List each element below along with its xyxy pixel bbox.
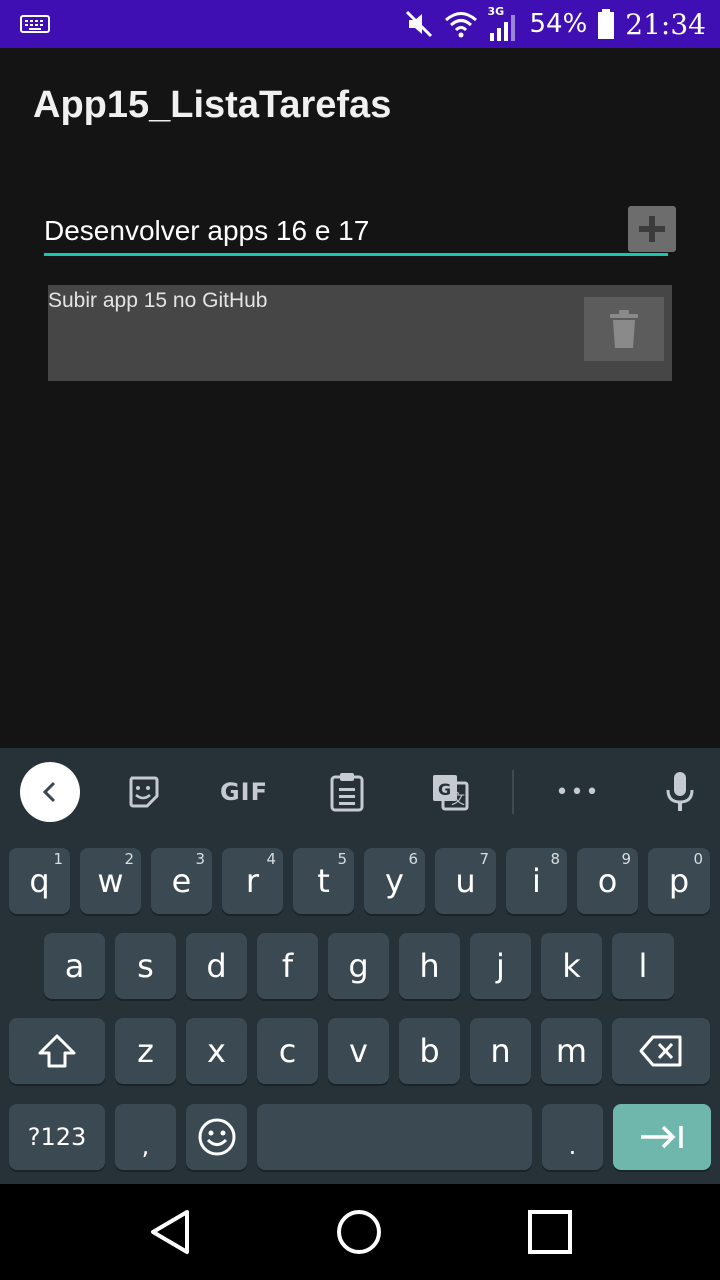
- mic-icon: [666, 772, 694, 811]
- soft-keyboard: GIF G 文 ••• q 1 w 2 e 3 r 4 t 5 y 6 u 7 …: [0, 748, 720, 1184]
- add-task-button[interactable]: [628, 206, 676, 252]
- signal-icon: 3G: [488, 5, 520, 41]
- key-o[interactable]: o9: [577, 848, 638, 914]
- battery-icon: [598, 9, 615, 39]
- nav-home-button[interactable]: [331, 1204, 387, 1260]
- navigation-bar: [0, 1184, 720, 1280]
- backspace-icon: [639, 1035, 682, 1067]
- shift-key[interactable]: [9, 1018, 105, 1084]
- symbols-key[interactable]: ?123: [9, 1104, 105, 1170]
- key-w[interactable]: w2: [80, 848, 141, 914]
- key-n[interactable]: n: [470, 1018, 531, 1084]
- translate-icon: G 文: [433, 775, 469, 811]
- key-x[interactable]: x: [186, 1018, 247, 1084]
- sticker-button[interactable]: [118, 770, 168, 814]
- wifi-icon: [444, 12, 477, 38]
- key-i[interactable]: i8: [506, 848, 567, 914]
- keyboard-toolbar: GIF G 文 •••: [0, 748, 720, 836]
- key-g[interactable]: g: [328, 933, 389, 999]
- task-item-text: Subir app 15 no GitHub: [48, 289, 268, 312]
- next-arrow-icon: [641, 1125, 683, 1149]
- key-z[interactable]: z: [115, 1018, 176, 1084]
- app-title: App15_ListaTarefas: [33, 84, 392, 126]
- key-s[interactable]: s: [115, 933, 176, 999]
- circle-home-icon: [337, 1210, 381, 1254]
- key-q[interactable]: q1: [9, 848, 70, 914]
- emoji-key[interactable]: [186, 1104, 247, 1170]
- triangle-back-icon: [151, 1210, 189, 1254]
- status-bar: 3G 54% 21:34: [0, 0, 720, 48]
- clipboard-icon: [330, 773, 364, 812]
- keyboard-back-button[interactable]: [20, 762, 80, 822]
- period-key[interactable]: .: [542, 1104, 603, 1170]
- emoji-icon: [198, 1118, 235, 1156]
- key-u[interactable]: u7: [435, 848, 496, 914]
- clipboard-button[interactable]: [322, 770, 372, 814]
- plus-icon: [639, 216, 665, 242]
- battery-percent: 54%: [529, 9, 588, 39]
- nav-back-button[interactable]: [142, 1204, 198, 1260]
- square-recents-icon: [528, 1210, 572, 1254]
- key-e[interactable]: e3: [151, 848, 212, 914]
- nav-recents-button[interactable]: [522, 1204, 578, 1260]
- key-b[interactable]: b: [399, 1018, 460, 1084]
- key-f[interactable]: f: [257, 933, 318, 999]
- task-input[interactable]: [44, 208, 668, 256]
- backspace-key[interactable]: [612, 1018, 710, 1084]
- space-key[interactable]: [257, 1104, 532, 1170]
- key-j[interactable]: j: [470, 933, 531, 999]
- key-p[interactable]: p0: [648, 848, 710, 914]
- shift-icon: [38, 1034, 76, 1068]
- translate-button[interactable]: G 文: [424, 770, 476, 814]
- svg-text:文: 文: [451, 792, 465, 808]
- chevron-left-icon: [42, 781, 56, 803]
- key-c[interactable]: c: [257, 1018, 318, 1084]
- task-item: Subir app 15 no GitHub: [48, 285, 672, 381]
- mic-button[interactable]: [656, 768, 704, 816]
- mute-icon: [405, 10, 432, 38]
- delete-task-button[interactable]: [584, 297, 664, 361]
- key-d[interactable]: d: [186, 933, 247, 999]
- more-icon: •••: [555, 779, 601, 805]
- key-m[interactable]: m: [541, 1018, 602, 1084]
- key-a[interactable]: a: [44, 933, 105, 999]
- key-v[interactable]: v: [328, 1018, 389, 1084]
- key-h[interactable]: h: [399, 933, 460, 999]
- key-y[interactable]: y6: [364, 848, 425, 914]
- keyboard-icon: [20, 15, 50, 33]
- sticker-icon: [129, 776, 159, 808]
- key-l[interactable]: l: [612, 933, 674, 999]
- toolbar-divider: [512, 770, 514, 814]
- gif-label: GIF: [219, 778, 269, 806]
- key-t[interactable]: t5: [293, 848, 354, 914]
- key-k[interactable]: k: [541, 933, 602, 999]
- enter-key[interactable]: [613, 1104, 711, 1170]
- key-r[interactable]: r4: [222, 848, 283, 914]
- trash-icon: [610, 310, 638, 348]
- clock: 21:34: [625, 7, 706, 41]
- comma-key[interactable]: ,: [115, 1104, 176, 1170]
- more-button[interactable]: •••: [550, 770, 606, 814]
- gif-button[interactable]: GIF: [214, 770, 274, 814]
- svg-text:G: G: [438, 780, 451, 799]
